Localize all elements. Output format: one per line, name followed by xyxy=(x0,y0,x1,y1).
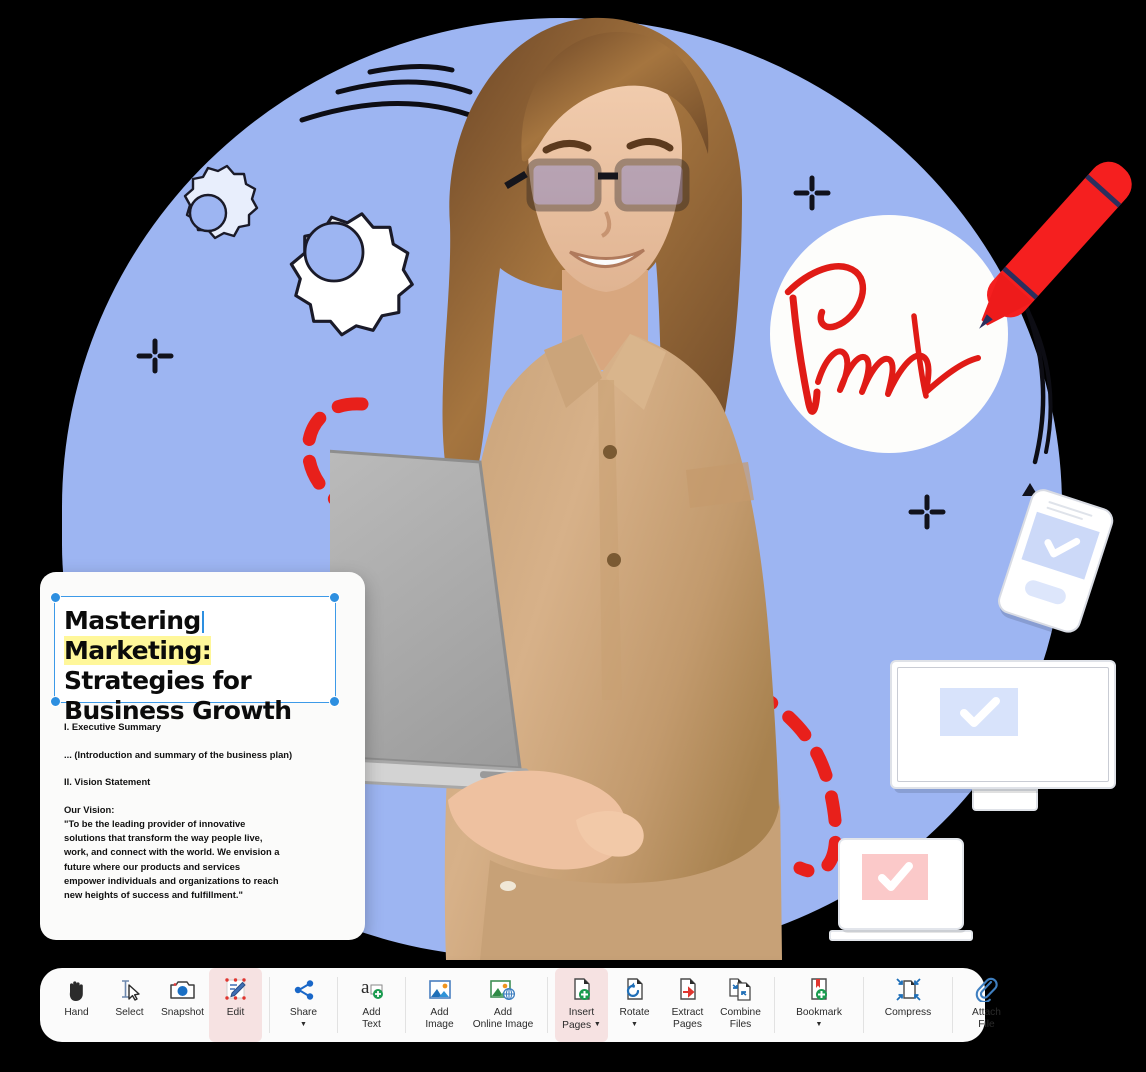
hand-icon xyxy=(65,976,89,1003)
document-heading-2: II. Vision Statement xyxy=(64,776,151,788)
monitor-illustration xyxy=(890,660,1120,825)
text-caret xyxy=(201,611,204,633)
insert-pages-icon xyxy=(570,976,594,1003)
toolbar-label-extract-pages: Extract Pages xyxy=(671,1007,704,1030)
toolbar-group-images: Add Image Add Online Image xyxy=(413,968,540,1042)
snapshot-icon xyxy=(169,976,196,1003)
select-icon xyxy=(117,976,143,1003)
selection-handle-top-left[interactable] xyxy=(50,592,61,603)
person-photo xyxy=(330,17,782,960)
toolbar-group-tools: Hand Select Snapshot Edit xyxy=(50,968,262,1042)
toolbar-separator xyxy=(337,977,338,1033)
chevron-down-icon[interactable]: ▼ xyxy=(816,1021,823,1028)
svg-text:a: a xyxy=(361,977,370,998)
toolbar-button-snapshot[interactable]: Snapshot xyxy=(156,968,209,1042)
vision-line-2: solutions that transform the way people … xyxy=(64,832,263,844)
toolbar-separator xyxy=(952,977,953,1033)
toolbar-button-add-text[interactable]: a Add Text xyxy=(345,968,398,1042)
vision-line-1: "To be the leading provider of innovativ… xyxy=(64,817,246,829)
toolbar-button-bookmark[interactable]: Bookmark ▼ xyxy=(782,968,856,1042)
toolbar-button-add-image[interactable]: Add Image xyxy=(413,968,466,1042)
toolbar-button-combine-files[interactable]: Combine Files xyxy=(714,968,767,1042)
toolbar-label-rotate: Rotate ▼ xyxy=(619,1007,650,1028)
toolbar-group-compress: Compress xyxy=(871,968,945,1042)
phone-screen xyxy=(1021,511,1100,580)
toolbar-button-select[interactable]: Select xyxy=(103,968,156,1042)
toolbar-label-hand: Hand xyxy=(64,1007,89,1018)
selection-handle-bottom-left[interactable] xyxy=(50,696,61,707)
toolbar-group-bookmark: Bookmark ▼ xyxy=(782,968,856,1042)
toolbar-button-edit[interactable]: Edit xyxy=(209,968,262,1042)
laptop-screen xyxy=(862,854,928,900)
add-online-image-icon xyxy=(489,976,517,1003)
toolbar-label-snapshot: Snapshot xyxy=(160,1007,205,1018)
toolbar-label-combine-files: Combine Files xyxy=(720,1007,761,1030)
toolbar-button-insert-pages[interactable]: Insert Pages ▼ xyxy=(555,968,608,1042)
document-heading-1: I. Executive Summary xyxy=(64,721,161,732)
pdf-toolbar[interactable]: Hand Select Snapshot Edit Share ▼ a Add … xyxy=(40,968,1001,1042)
toolbar-button-attach-file[interactable]: Attach File xyxy=(960,968,1013,1042)
toolbar-separator xyxy=(774,977,775,1033)
toolbar-separator xyxy=(269,977,270,1033)
eyeglasses xyxy=(504,158,690,212)
toolbar-group-add-text: a Add Text xyxy=(345,968,398,1042)
toolbar-group-pages: Insert Pages ▼ Rotate ▼ Extract Pages Co… xyxy=(555,968,767,1042)
hero-illustration: MasteringMarketing: Strategies for Busin… xyxy=(0,0,1146,1072)
check-icon xyxy=(1044,537,1081,558)
toolbar-label-bookmark: Bookmark ▼ xyxy=(796,1007,842,1028)
vision-line-6: new heights of success and fulfillment." xyxy=(64,889,243,900)
vision-line-4: future where our products and services xyxy=(64,860,241,872)
toolbar-label-attach-file: Attach File xyxy=(972,1007,1001,1030)
vision-line-5: empower individuals and organizations to… xyxy=(64,874,279,886)
chevron-down-icon[interactable]: ▼ xyxy=(300,1021,307,1028)
toolbar-group-share: Share ▼ xyxy=(277,968,330,1042)
toolbar-button-rotate[interactable]: Rotate ▼ xyxy=(608,968,661,1042)
attach-file-icon xyxy=(974,976,999,1003)
toolbar-button-compress[interactable]: Compress xyxy=(871,968,945,1042)
monitor-screen xyxy=(940,688,1018,736)
toolbar-button-extract-pages[interactable]: Extract Pages xyxy=(661,968,714,1042)
toolbar-label-share: Share ▼ xyxy=(289,1007,318,1028)
document-title-part1: Mastering xyxy=(64,606,201,635)
edit-icon xyxy=(223,976,249,1003)
toolbar-group-attach: Attach File xyxy=(960,968,1013,1042)
toolbar-button-share[interactable]: Share ▼ xyxy=(277,968,330,1042)
document-title[interactable]: MasteringMarketing: Strategies for Busin… xyxy=(64,606,334,726)
extract-pages-icon xyxy=(676,976,700,1003)
share-icon xyxy=(292,976,316,1003)
document-preview-card[interactable]: MasteringMarketing: Strategies for Busin… xyxy=(40,572,365,940)
document-title-highlight: Marketing: xyxy=(64,636,212,665)
toolbar-button-hand[interactable]: Hand xyxy=(50,968,103,1042)
compress-icon xyxy=(895,976,922,1003)
toolbar-label-select: Select xyxy=(115,1007,144,1018)
vision-line-3: work, and connect with the world. We env… xyxy=(64,846,280,858)
toolbar-label-insert-pages: Insert Pages ▼ xyxy=(562,1007,601,1031)
toolbar-label-edit: Edit xyxy=(226,1007,245,1018)
vision-label: Our Vision: xyxy=(64,803,115,815)
chevron-down-icon[interactable]: ▼ xyxy=(631,1021,638,1028)
combine-files-icon xyxy=(727,976,754,1003)
document-paragraph-1: ... (Introduction and summary of the bus… xyxy=(64,748,293,760)
rotate-icon xyxy=(623,976,647,1003)
add-text-icon: a xyxy=(359,976,385,1003)
toolbar-label-compress: Compress xyxy=(884,1007,932,1018)
selection-handle-top-right[interactable] xyxy=(329,592,340,603)
chevron-down-icon[interactable]: ▼ xyxy=(594,1021,601,1028)
toolbar-separator xyxy=(405,977,406,1033)
bookmark-icon xyxy=(807,976,831,1003)
check-icon xyxy=(878,862,913,891)
add-image-icon xyxy=(427,976,453,1003)
toolbar-separator xyxy=(547,977,548,1033)
toolbar-label-add-online-image: Add Online Image xyxy=(472,1007,534,1030)
check-icon xyxy=(960,697,1000,727)
laptop-illustration xyxy=(829,838,983,946)
document-title-line2: Strategies for xyxy=(64,666,252,695)
toolbar-button-add-online-image[interactable]: Add Online Image xyxy=(466,968,540,1042)
toolbar-label-add-image: Add Image xyxy=(425,1007,454,1030)
toolbar-label-add-text: Add Text xyxy=(362,1007,381,1030)
toolbar-separator xyxy=(863,977,864,1033)
document-body[interactable]: I. Executive Summary ... (Introduction a… xyxy=(64,720,354,902)
